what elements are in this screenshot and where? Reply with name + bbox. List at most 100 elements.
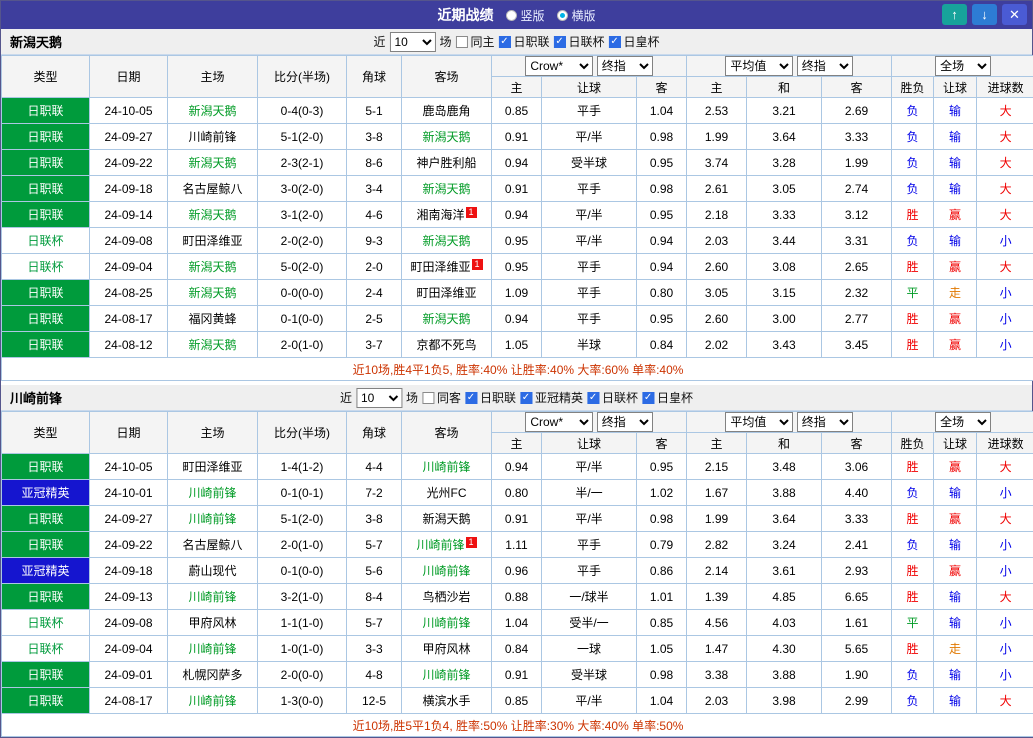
home-team-cell[interactable]: 新潟天鹅 xyxy=(168,150,258,176)
away-team-cell[interactable]: 町田泽维亚1 xyxy=(402,254,492,280)
crown-handicap: 受半球 xyxy=(542,662,637,688)
checkbox-icon[interactable]: ✓ xyxy=(499,36,511,48)
checkbox-icon[interactable] xyxy=(422,392,434,404)
home-team-cell[interactable]: 新潟天鹅 xyxy=(168,280,258,306)
avg-away-odds: 3.33 xyxy=(822,124,892,150)
radio-unselected-icon[interactable] xyxy=(505,10,516,21)
home-team-cell[interactable]: 川崎前锋 xyxy=(168,480,258,506)
home-team-cell[interactable]: 川崎前锋 xyxy=(168,124,258,150)
crown-handicap: 平/半 xyxy=(542,688,637,714)
checkbox-icon[interactable]: ✓ xyxy=(642,392,654,404)
bookmaker-select[interactable]: Crow* xyxy=(525,412,593,432)
avg-draw-odds: 3.48 xyxy=(747,454,822,480)
avg-home-odds: 1.39 xyxy=(687,584,747,610)
away-team-cell[interactable]: 光州FC xyxy=(402,480,492,506)
recent-count-select[interactable]: 10 xyxy=(356,388,402,408)
home-team-cell[interactable]: 川崎前锋 xyxy=(168,506,258,532)
home-team-cell[interactable]: 新潟天鹅 xyxy=(168,202,258,228)
away-team-cell[interactable]: 新潟天鹅 xyxy=(402,506,492,532)
fulltime-select[interactable]: 全场 xyxy=(935,56,991,76)
home-team-cell[interactable]: 新潟天鹅 xyxy=(168,98,258,124)
crown-home-odds: 0.95 xyxy=(492,254,542,280)
titlebar-buttons: ↑ ↓ ✕ xyxy=(942,4,1027,25)
layout-radio-vertical[interactable]: 竖版 xyxy=(505,7,544,24)
away-team-cell[interactable]: 新潟天鹅 xyxy=(402,228,492,254)
away-team-cell[interactable]: 湘南海洋1 xyxy=(402,202,492,228)
league-type-cell: 日职联 xyxy=(2,532,90,558)
odds-stage-select[interactable]: 终指 xyxy=(597,412,653,432)
away-team-cell[interactable]: 川崎前锋1 xyxy=(402,532,492,558)
date-cell: 24-08-17 xyxy=(90,306,168,332)
home-team-cell[interactable]: 名古屋鲸八 xyxy=(168,532,258,558)
away-team-cell[interactable]: 新潟天鹅 xyxy=(402,176,492,202)
league-type-cell: 日职联 xyxy=(2,98,90,124)
filter-bar: 近 10 场 同客 ✓日职联✓亚冠精英✓日联杯✓日皇杯 xyxy=(340,388,693,408)
home-team-cell[interactable]: 町田泽维亚 xyxy=(168,454,258,480)
date-cell: 24-08-17 xyxy=(90,688,168,714)
checkbox-icon[interactable]: ✓ xyxy=(554,36,566,48)
league-filter-checkbox[interactable]: ✓日皇杯 xyxy=(642,389,693,406)
home-team-cell[interactable]: 川崎前锋 xyxy=(168,636,258,662)
checkbox-icon[interactable] xyxy=(455,36,467,48)
move-up-button[interactable]: ↑ xyxy=(942,4,967,25)
home-team-cell[interactable]: 町田泽维亚 xyxy=(168,228,258,254)
checkbox-icon[interactable]: ✓ xyxy=(609,36,621,48)
home-team-cell[interactable]: 川崎前锋 xyxy=(168,584,258,610)
odds-stage-select[interactable]: 终指 xyxy=(797,56,853,76)
league-filter-checkbox[interactable]: ✓日职联 xyxy=(465,389,516,406)
odds-stage-select[interactable]: 终指 xyxy=(797,412,853,432)
avg-away-odds: 6.65 xyxy=(822,584,892,610)
match-row: 日职联24-09-22新潟天鹅2-3(2-1)8-6神户胜利船0.94受半球0.… xyxy=(2,150,1033,176)
move-down-button[interactable]: ↓ xyxy=(972,4,997,25)
away-team-cell[interactable]: 川崎前锋 xyxy=(402,558,492,584)
league-filter-checkbox[interactable]: ✓日联杯 xyxy=(587,389,638,406)
away-team-cell[interactable]: 鸟栖沙岩 xyxy=(402,584,492,610)
layout-radio-horizontal[interactable]: 横版 xyxy=(557,7,596,24)
league-filter-checkbox[interactable]: ✓日职联 xyxy=(499,33,550,50)
home-team-cell[interactable]: 川崎前锋 xyxy=(168,688,258,714)
col-header-away: 客场 xyxy=(402,412,492,454)
bookmaker-select[interactable]: Crow* xyxy=(525,56,593,76)
home-team-cell[interactable]: 新潟天鹅 xyxy=(168,332,258,358)
radio-selected-icon[interactable] xyxy=(557,10,568,21)
home-team-cell[interactable]: 新潟天鹅 xyxy=(168,254,258,280)
recent-count-select[interactable]: 10 xyxy=(389,32,435,52)
score-cell: 0-1(0-0) xyxy=(258,558,347,584)
checkbox-icon[interactable]: ✓ xyxy=(465,392,477,404)
odds-stage-select[interactable]: 终指 xyxy=(597,56,653,76)
away-team-cell[interactable]: 川崎前锋 xyxy=(402,454,492,480)
away-team-cell[interactable]: 京都不死鸟 xyxy=(402,332,492,358)
away-team-cell[interactable]: 川崎前锋 xyxy=(402,610,492,636)
home-team-cell[interactable]: 甲府风林 xyxy=(168,610,258,636)
away-team-cell[interactable]: 甲府风林 xyxy=(402,636,492,662)
home-team-cell[interactable]: 福冈黄蜂 xyxy=(168,306,258,332)
result-handicap: 输 xyxy=(934,480,977,506)
checkbox-icon[interactable]: ✓ xyxy=(587,392,599,404)
same-away-checkbox[interactable]: 同客 xyxy=(422,389,461,406)
fulltime-select[interactable]: 全场 xyxy=(935,412,991,432)
checkbox-icon[interactable]: ✓ xyxy=(520,392,532,404)
average-select[interactable]: 平均值 xyxy=(725,412,793,432)
away-team-cell[interactable]: 川崎前锋 xyxy=(402,662,492,688)
avg-draw-odds: 3.88 xyxy=(747,480,822,506)
avg-draw-odds: 3.00 xyxy=(747,306,822,332)
home-team-cell[interactable]: 名古屋鲸八 xyxy=(168,176,258,202)
away-team-cell[interactable]: 新潟天鹅 xyxy=(402,124,492,150)
away-team-cell[interactable]: 新潟天鹅 xyxy=(402,306,492,332)
away-team-cell[interactable]: 鹿岛鹿角 xyxy=(402,98,492,124)
away-team-cell[interactable]: 神户胜利船 xyxy=(402,150,492,176)
result-goals: 小 xyxy=(977,532,1033,558)
league-filter-checkbox[interactable]: ✓日联杯 xyxy=(554,33,605,50)
away-team-cell[interactable]: 横滨水手 xyxy=(402,688,492,714)
same-home-checkbox[interactable]: 同主 xyxy=(455,33,494,50)
avg-draw-odds: 3.61 xyxy=(747,558,822,584)
home-team-cell[interactable]: 札幌冈萨多 xyxy=(168,662,258,688)
average-select[interactable]: 平均值 xyxy=(725,56,793,76)
away-team-cell[interactable]: 町田泽维亚 xyxy=(402,280,492,306)
home-team-cell[interactable]: 蔚山现代 xyxy=(168,558,258,584)
close-button[interactable]: ✕ xyxy=(1002,4,1027,25)
league-type-cell: 日职联 xyxy=(2,506,90,532)
league-filter-checkbox[interactable]: ✓亚冠精英 xyxy=(520,389,583,406)
result-handicap: 输 xyxy=(934,124,977,150)
league-filter-checkbox[interactable]: ✓日皇杯 xyxy=(609,33,660,50)
